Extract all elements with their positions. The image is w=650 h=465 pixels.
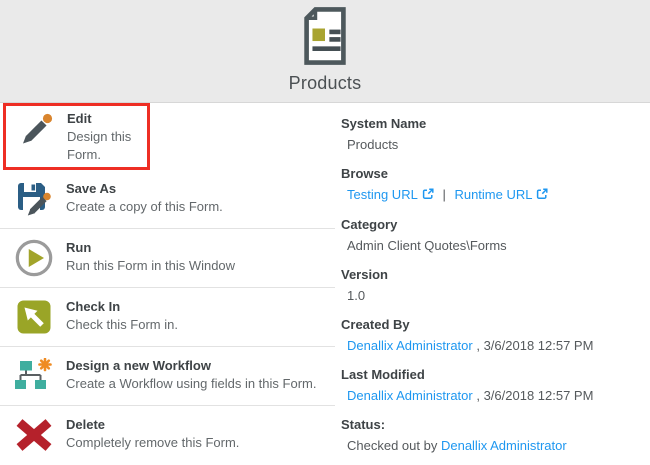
edit-highlight-box: Edit Design this Form. — [3, 103, 150, 170]
detail-last-modified: Last Modified Denallix Administrator , 3… — [341, 365, 593, 405]
action-delete[interactable]: Delete Completely remove this Form. — [0, 405, 335, 464]
action-title: Save As — [66, 180, 223, 198]
workflow-icon — [14, 356, 54, 396]
action-save-as[interactable]: Save As Create a copy of this Form. — [0, 170, 335, 228]
action-subtitle: Run this Form in this Window — [66, 257, 235, 275]
page-title: Products — [289, 73, 362, 94]
modified-by-user-link[interactable]: Denallix Administrator — [347, 388, 473, 403]
action-subtitle: Completely remove this Form. — [66, 434, 239, 452]
action-title: Edit — [67, 110, 147, 128]
save-as-icon — [14, 179, 54, 219]
action-run[interactable]: Run Run this Form in this Window — [0, 228, 335, 287]
detail-value: Admin Client Quotes\Forms — [341, 236, 593, 255]
action-subtitle: Design this Form. — [67, 128, 147, 164]
detail-label: System Name — [341, 114, 593, 133]
detail-value: Products — [341, 135, 593, 154]
detail-browse: Browse Testing URL | Runtime URL — [341, 164, 593, 205]
detail-value: 1.0 — [341, 286, 593, 305]
check-in-icon — [14, 297, 54, 337]
detail-created-by: Created By Denallix Administrator , 3/6/… — [341, 315, 593, 355]
detail-status: Status: Checked out by Denallix Administ… — [341, 415, 593, 455]
run-icon — [14, 238, 54, 278]
action-title: Run — [66, 239, 235, 257]
details-panel: System Name Products Browse Testing URL … — [341, 103, 593, 465]
external-link-icon[interactable] — [422, 186, 434, 205]
created-by-user-link[interactable]: Denallix Administrator — [347, 338, 473, 353]
detail-category: Category Admin Client Quotes\Forms — [341, 215, 593, 255]
action-edit[interactable]: Edit Design this Form. — [0, 103, 335, 170]
detail-version: Version 1.0 — [341, 265, 593, 305]
detail-label: Last Modified — [341, 365, 593, 384]
actions-list: Edit Design this Form. — [0, 103, 335, 464]
checked-out-by-user-link[interactable]: Denallix Administrator — [441, 438, 567, 453]
pencil-icon — [17, 109, 57, 149]
detail-label: Status: — [341, 415, 593, 434]
modified-date: , 3/6/2018 12:57 PM — [476, 388, 593, 403]
detail-system-name: System Name Products — [341, 114, 593, 154]
action-subtitle: Check this Form in. — [66, 316, 178, 334]
detail-label: Version — [341, 265, 593, 284]
action-title: Delete — [66, 416, 239, 434]
detail-label: Created By — [341, 315, 593, 334]
status-text: Checked out by — [347, 438, 437, 453]
form-details-page: Products Edit Design this F — [0, 0, 650, 449]
content: Edit Design this Form. — [0, 103, 650, 465]
form-document-icon — [296, 6, 354, 71]
action-check-in[interactable]: Check In Check this Form in. — [0, 287, 335, 346]
runtime-url-link[interactable]: Runtime URL — [454, 187, 532, 202]
action-title: Design a new Workflow — [66, 357, 316, 375]
link-separator: | — [442, 187, 445, 202]
created-date: , 3/6/2018 12:57 PM — [476, 338, 593, 353]
form-header: Products — [0, 0, 650, 103]
delete-x-icon — [14, 415, 54, 455]
detail-label: Browse — [341, 164, 593, 183]
detail-label: Category — [341, 215, 593, 234]
testing-url-link[interactable]: Testing URL — [347, 187, 418, 202]
action-title: Check In — [66, 298, 178, 316]
action-subtitle: Create a Workflow using fields in this F… — [66, 375, 316, 393]
external-link-icon[interactable] — [536, 186, 548, 205]
action-design-workflow[interactable]: Design a new Workflow Create a Workflow … — [0, 346, 335, 405]
action-subtitle: Create a copy of this Form. — [66, 198, 223, 216]
